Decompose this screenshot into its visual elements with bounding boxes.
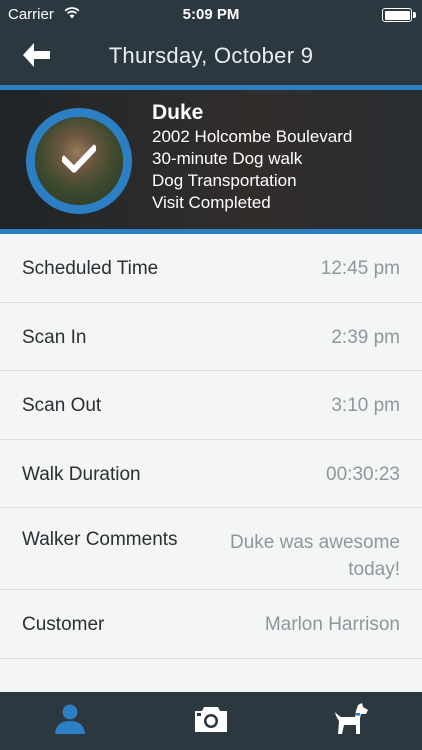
visit-extra-service: Dog Transportation xyxy=(152,171,297,190)
clock: 5:09 PM xyxy=(182,6,240,23)
detail-value: 3:10 pm xyxy=(331,395,400,416)
detail-label: Customer xyxy=(22,614,105,635)
dog-icon xyxy=(334,702,370,740)
nav-bar: Thursday, October 9 xyxy=(0,30,422,85)
dog-avatar xyxy=(26,108,132,214)
detail-row-customer: Customer Marlon Harrison xyxy=(0,590,422,659)
page-title: Thursday, October 9 xyxy=(108,43,314,68)
detail-label: Walker Comments xyxy=(22,529,178,550)
camera-icon xyxy=(193,705,229,738)
visit-info: Duke 2002 Holcombe Boulevard 30-minute D… xyxy=(152,100,352,214)
visit-header: Duke 2002 Holcombe Boulevard 30-minute D… xyxy=(0,85,422,234)
detail-label: Scan In xyxy=(22,326,87,348)
detail-row-walker-comments: Walker Comments Duke was awesome today! xyxy=(0,508,422,590)
tab-profile[interactable] xyxy=(0,692,140,750)
detail-value: Marlon Harrison xyxy=(264,614,400,635)
detail-label: Walk Duration xyxy=(22,463,141,485)
battery-icon xyxy=(382,8,416,22)
visit-address: 2002 Holcombe Boulevard xyxy=(152,127,353,146)
detail-value: 00:30:23 xyxy=(326,463,400,485)
detail-label: Scan Out xyxy=(22,395,102,416)
detail-row-scan-in: Scan In 2:39 pm xyxy=(0,303,422,371)
tab-camera[interactable] xyxy=(141,692,281,750)
person-icon xyxy=(54,703,86,740)
visit-details-list: Scheduled Time 12:45 pm Scan In 2:39 pm … xyxy=(0,234,422,659)
dog-name: Duke xyxy=(152,101,204,124)
detail-row-scheduled-time: Scheduled Time 12:45 pm xyxy=(0,234,422,303)
detail-label: Scheduled Time xyxy=(22,258,159,279)
checkmark-icon xyxy=(59,144,99,178)
tab-dog[interactable] xyxy=(282,692,422,750)
status-bar: Carrier 5:09 PM xyxy=(0,0,422,30)
detail-row-walk-duration: Walk Duration 00:30:23 xyxy=(0,440,422,508)
detail-value: Duke was awesome today! xyxy=(229,532,400,580)
detail-value: 12:45 pm xyxy=(320,258,400,279)
detail-value: 2:39 pm xyxy=(331,326,400,348)
visit-service: 30-minute Dog walk xyxy=(152,149,303,168)
tab-bar xyxy=(0,692,422,750)
detail-row-scan-out: Scan Out 3:10 pm xyxy=(0,371,422,440)
visit-status: Visit Completed xyxy=(152,193,271,212)
